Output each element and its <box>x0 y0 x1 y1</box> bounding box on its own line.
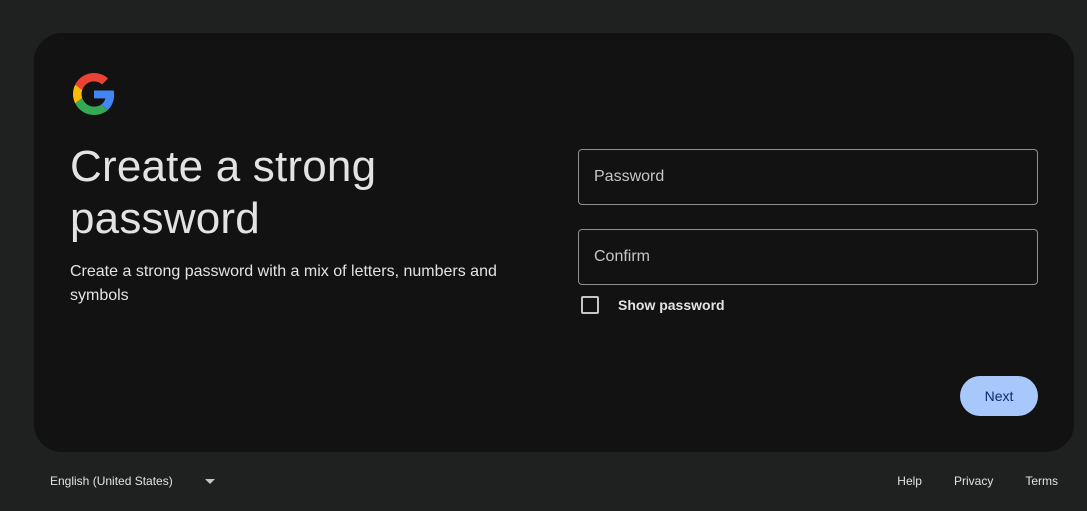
signup-card: Create a strong password Create a strong… <box>34 33 1074 452</box>
show-password-checkbox[interactable] <box>581 296 599 314</box>
footer-links: Help Privacy Terms <box>865 474 1058 488</box>
password-field[interactable] <box>578 149 1038 205</box>
language-label: English (United States) <box>50 474 173 488</box>
show-password-toggle[interactable]: Show password <box>581 295 725 315</box>
page-subtitle: Create a strong password with a mix of l… <box>70 263 497 304</box>
footer: English (United States) Help Privacy Ter… <box>0 462 1087 506</box>
language-select[interactable]: English (United States) <box>50 474 215 488</box>
help-link[interactable]: Help <box>897 474 922 488</box>
confirm-password-input[interactable] <box>579 230 1037 284</box>
caret-down-icon <box>204 478 215 484</box>
page: Create a strong password Create a strong… <box>0 0 1087 511</box>
confirm-password-field[interactable] <box>578 229 1038 285</box>
privacy-link[interactable]: Privacy <box>954 474 993 488</box>
next-button[interactable]: Next <box>960 376 1038 416</box>
google-logo-icon <box>73 73 115 115</box>
show-password-label: Show password <box>618 297 725 313</box>
terms-link[interactable]: Terms <box>1025 474 1058 488</box>
password-input[interactable] <box>579 150 1037 204</box>
page-title: Create a strong password <box>70 142 377 243</box>
